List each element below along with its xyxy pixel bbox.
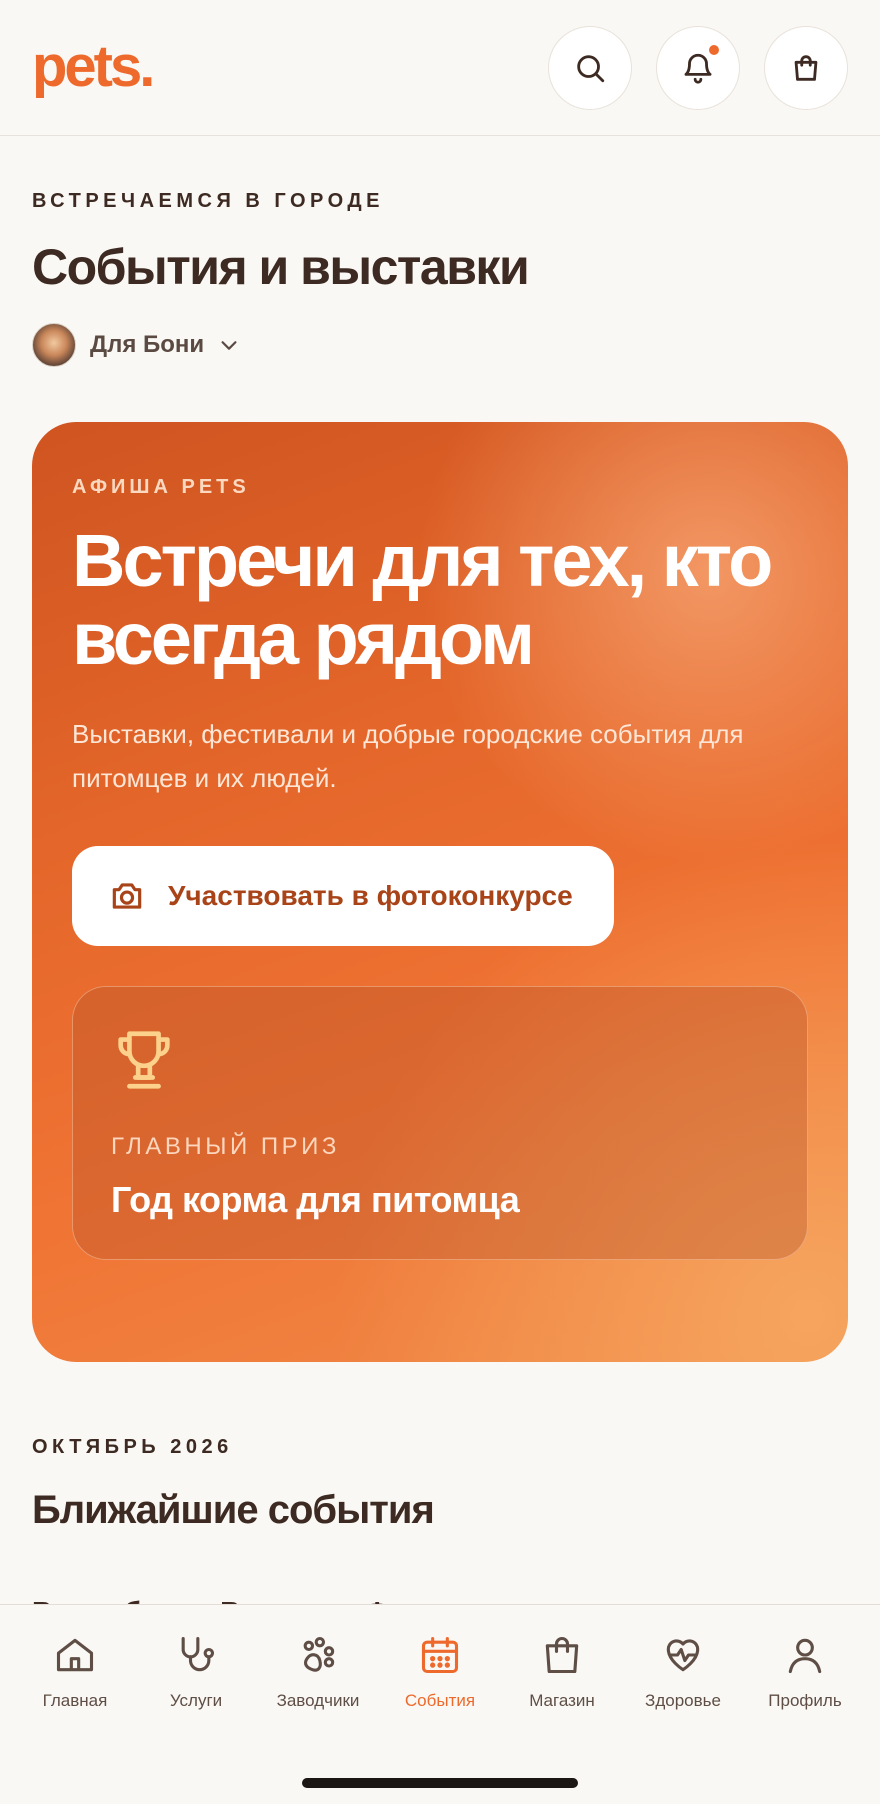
notifications-button[interactable] bbox=[656, 26, 740, 110]
bell-icon bbox=[684, 53, 712, 84]
pet-avatar bbox=[32, 323, 76, 367]
nav-label-shop: Магазин bbox=[529, 1691, 595, 1710]
heart-pulse-icon bbox=[666, 1639, 700, 1672]
nav-item-events[interactable]: События bbox=[379, 1633, 501, 1729]
nav-label-events: События bbox=[404, 1691, 476, 1710]
stethoscope-icon bbox=[181, 1636, 215, 1672]
trophy-icon bbox=[118, 1031, 170, 1089]
nav-label-health: Здоровье bbox=[645, 1691, 721, 1710]
bottom-nav: Главная Услуги Заводчики События Магазин… bbox=[0, 1604, 880, 1804]
photo-contest-label: Участвовать в фотоконкурсе bbox=[168, 880, 573, 911]
search-button[interactable] bbox=[548, 26, 632, 110]
pet-selector-label: Для Бони bbox=[90, 331, 205, 358]
hero-subtitle: Выставки, фестивали и добрые городские с… bbox=[72, 719, 744, 793]
nav-label-services: Услуги bbox=[169, 1691, 223, 1710]
chevron-down-icon bbox=[218, 334, 240, 356]
nav-item-services[interactable]: Услуги bbox=[135, 1633, 257, 1729]
hero-title: Встречи для тех, кто всегда рядом bbox=[72, 519, 773, 680]
search-icon bbox=[577, 55, 605, 83]
user-icon bbox=[788, 1638, 822, 1674]
notification-dot bbox=[709, 45, 719, 55]
hero-eyebrow: АФИША PETS bbox=[72, 476, 250, 498]
camera-icon bbox=[112, 883, 142, 909]
home-indicator bbox=[302, 1778, 578, 1788]
bag-icon bbox=[545, 1637, 579, 1674]
section-eyebrow: ОКТЯБРЬ 2026 bbox=[32, 1436, 233, 1458]
cart-button[interactable] bbox=[764, 26, 848, 110]
page-title: События и выставки bbox=[32, 239, 530, 295]
prize-card: ГЛАВНЫЙ ПРИЗ Год корма для питомца bbox=[72, 986, 808, 1260]
nav-item-home[interactable]: Главная bbox=[14, 1633, 136, 1729]
calendar-icon bbox=[421, 1636, 459, 1674]
pet-selector[interactable]: Для Бони bbox=[32, 322, 240, 368]
nav-label-home: Главная bbox=[42, 1691, 108, 1710]
nav-item-shop[interactable]: Магазин bbox=[501, 1633, 623, 1729]
nav-item-profile[interactable]: Профиль bbox=[744, 1633, 866, 1729]
prize-eyebrow: ГЛАВНЫЙ ПРИЗ bbox=[111, 1133, 340, 1160]
bag-icon bbox=[794, 55, 818, 81]
paw-icon bbox=[303, 1636, 335, 1672]
nav-item-breeders[interactable]: Заводчики bbox=[257, 1633, 379, 1729]
home-icon bbox=[56, 1638, 94, 1672]
nav-label-profile: Профиль bbox=[768, 1691, 842, 1710]
app-logo[interactable]: pets. bbox=[32, 38, 155, 96]
section-title: Ближайшие события bbox=[32, 1488, 435, 1532]
app-header: pets. bbox=[0, 0, 880, 136]
nav-item-health[interactable]: Здоровье bbox=[622, 1633, 744, 1729]
prize-title: Год корма для питомца bbox=[111, 1179, 520, 1220]
photo-contest-button[interactable]: Участвовать в фотоконкурсе bbox=[72, 846, 614, 946]
hero-banner: АФИША PETS Встречи для тех, кто всегда р… bbox=[32, 422, 848, 1362]
page-eyebrow: ВСТРЕЧАЕМСЯ В ГОРОДЕ bbox=[32, 190, 384, 212]
nav-label-breeders: Заводчики bbox=[276, 1691, 360, 1710]
